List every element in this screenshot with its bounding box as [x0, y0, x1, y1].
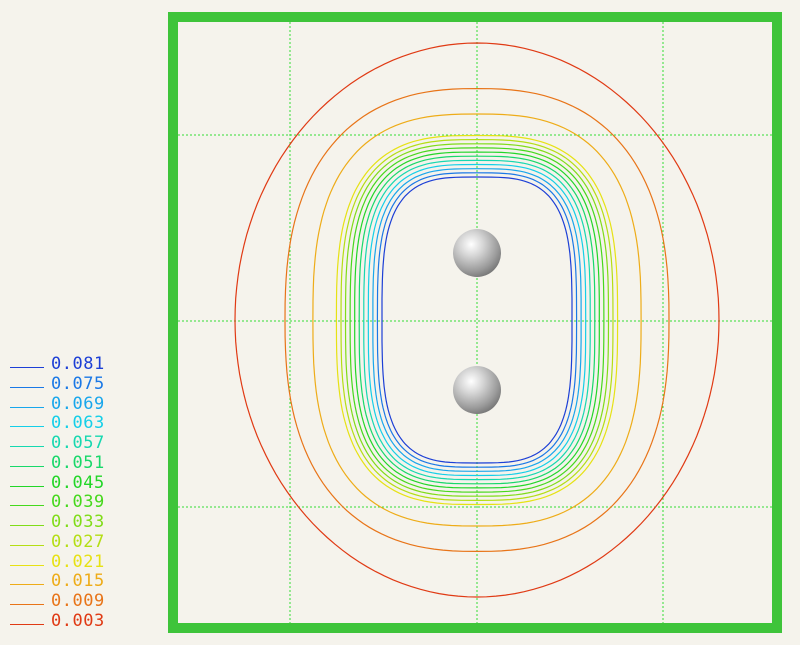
legend-item: 0.015: [10, 572, 150, 592]
legend-label: 0.081: [51, 354, 105, 374]
legend-swatch: [10, 485, 44, 487]
legend-swatch: [10, 465, 44, 467]
legend-item: 0.027: [10, 531, 150, 553]
legend-label: 0.021: [51, 551, 105, 572]
legend-swatch: [10, 367, 44, 368]
legend-label: 0.051: [51, 452, 105, 473]
upper-sphere: [453, 229, 501, 277]
legend-item: 0.063: [10, 414, 150, 434]
legend-label: 0.033: [51, 512, 105, 532]
legend-swatch: [10, 564, 44, 566]
legend-swatch: [10, 544, 44, 546]
legend-item: 0.075: [10, 373, 150, 395]
legend-item: 0.039: [10, 493, 150, 513]
legend-label: 0.045: [51, 472, 105, 493]
legend-swatch: [10, 584, 44, 586]
legend-item: 0.069: [10, 393, 150, 415]
legend-item: 0.003: [10, 610, 150, 632]
sphere-markers: [453, 229, 501, 414]
grid-lines: [178, 22, 772, 623]
legend-item: 0.057: [10, 434, 150, 454]
legend-label: 0.015: [51, 571, 105, 592]
legend-label: 0.069: [51, 393, 105, 414]
legend-item: 0.021: [10, 551, 150, 573]
legend-item: 0.033: [10, 513, 150, 533]
plot-frame: [168, 12, 782, 633]
legend-label: 0.075: [51, 373, 105, 394]
legend-swatch: [10, 623, 44, 625]
lower-sphere: [453, 366, 501, 414]
legend-item: 0.009: [10, 592, 150, 612]
legend-swatch: [10, 525, 44, 526]
legend-swatch: [10, 505, 44, 507]
legend-swatch: [10, 386, 44, 388]
contour-legend: 0.081 0.075 0.069 0.063 0.057 0.051 0.045 0.039…: [10, 355, 150, 632]
legend-swatch: [10, 426, 44, 428]
legend-swatch: [10, 406, 44, 408]
legend-item: 0.045: [10, 472, 150, 494]
legend-label: 0.027: [51, 531, 105, 552]
legend-label: 0.009: [51, 591, 105, 611]
legend-label: 0.063: [51, 413, 105, 434]
legend-swatch: [10, 604, 44, 605]
legend-swatch: [10, 446, 44, 447]
legend-item: 0.081: [10, 355, 150, 375]
legend-label: 0.057: [51, 433, 105, 453]
legend-item: 0.051: [10, 452, 150, 474]
legend-label: 0.039: [51, 492, 105, 513]
legend-label: 0.003: [51, 610, 105, 631]
